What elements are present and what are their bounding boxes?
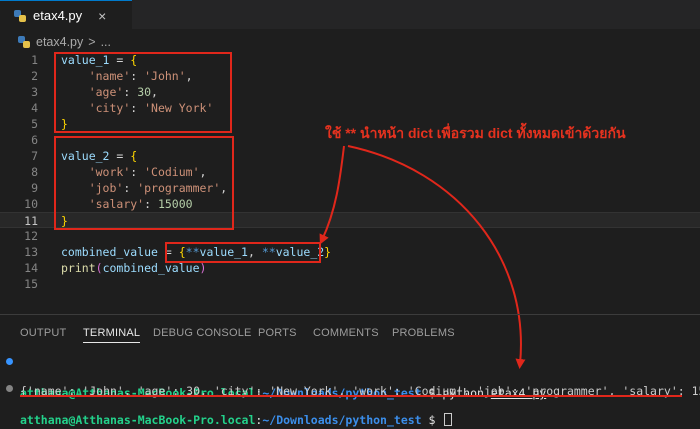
line-number: 1 — [31, 53, 38, 67]
line-number: 8 — [31, 165, 38, 179]
code-token: } — [324, 245, 332, 259]
python-file-icon — [18, 36, 30, 48]
terminal-prompt-line[interactable]: atthana@Atthanas-MacBook-Pro.local:~/Dow… — [0, 380, 700, 427]
code-line[interactable]: 13 combined_value = {**value_1, **value_2… — [0, 244, 700, 260]
panel-tabs: OUTPUT TERMINAL DEBUG CONSOLE PORTS COMM… — [0, 324, 700, 346]
terminal-cursor — [444, 413, 453, 426]
python-file-icon — [14, 9, 26, 22]
line-number: 12 — [24, 229, 38, 243]
highlight-box-unpacking — [165, 242, 321, 263]
code-token: ( — [95, 261, 103, 275]
tab-output[interactable]: OUTPUT — [20, 324, 66, 342]
code-token: combined_value — [61, 245, 158, 259]
breadcrumb-more[interactable]: ... — [101, 35, 111, 49]
tab-etax4-py[interactable]: etax4.py × — [0, 0, 132, 30]
line-number: 4 — [31, 101, 38, 115]
output-underline — [20, 395, 682, 397]
editor-tab-bar: etax4.py × — [0, 0, 700, 30]
code-line[interactable]: 12 — [0, 228, 700, 244]
breadcrumb: etax4.py > ... — [0, 31, 700, 53]
close-icon[interactable]: × — [98, 8, 106, 24]
line-number: 3 — [31, 85, 38, 99]
code-line[interactable]: 15 — [0, 276, 700, 292]
tab-comments[interactable]: COMMENTS — [313, 324, 379, 342]
line-number: 9 — [31, 181, 38, 195]
line-number: 5 — [31, 117, 38, 131]
breadcrumb-separator: > — [88, 35, 96, 49]
line-number: 14 — [24, 261, 38, 275]
breadcrumb-file[interactable]: etax4.py — [36, 35, 83, 49]
command-status-icon — [6, 385, 13, 392]
tab-debug-console[interactable]: DEBUG CONSOLE — [153, 324, 252, 342]
line-number: 15 — [24, 277, 38, 291]
tab-label: etax4.py — [33, 8, 83, 23]
code-line[interactable]: 14 print(combined_value) — [0, 260, 700, 276]
line-number: 2 — [31, 69, 38, 83]
code-token: print — [61, 261, 96, 275]
annotation-text: ใช้ ** นำหน้า dict เพื่อรวม dict ทั้งหมด… — [325, 125, 626, 141]
line-number: 13 — [24, 245, 38, 259]
highlight-box-value-2 — [54, 136, 234, 230]
tab-ports[interactable]: PORTS — [258, 324, 297, 342]
line-number: 11 — [24, 214, 38, 228]
line-number: 6 — [31, 133, 38, 147]
code-token: combined_value — [102, 261, 200, 275]
code-token: ) — [199, 261, 207, 275]
line-number: 7 — [31, 149, 38, 163]
line-number: 10 — [24, 197, 38, 211]
tab-problems[interactable]: PROBLEMS — [392, 324, 455, 342]
tab-terminal[interactable]: TERMINAL — [83, 324, 141, 343]
highlight-box-value-1 — [54, 52, 232, 133]
command-status-icon — [6, 358, 13, 365]
